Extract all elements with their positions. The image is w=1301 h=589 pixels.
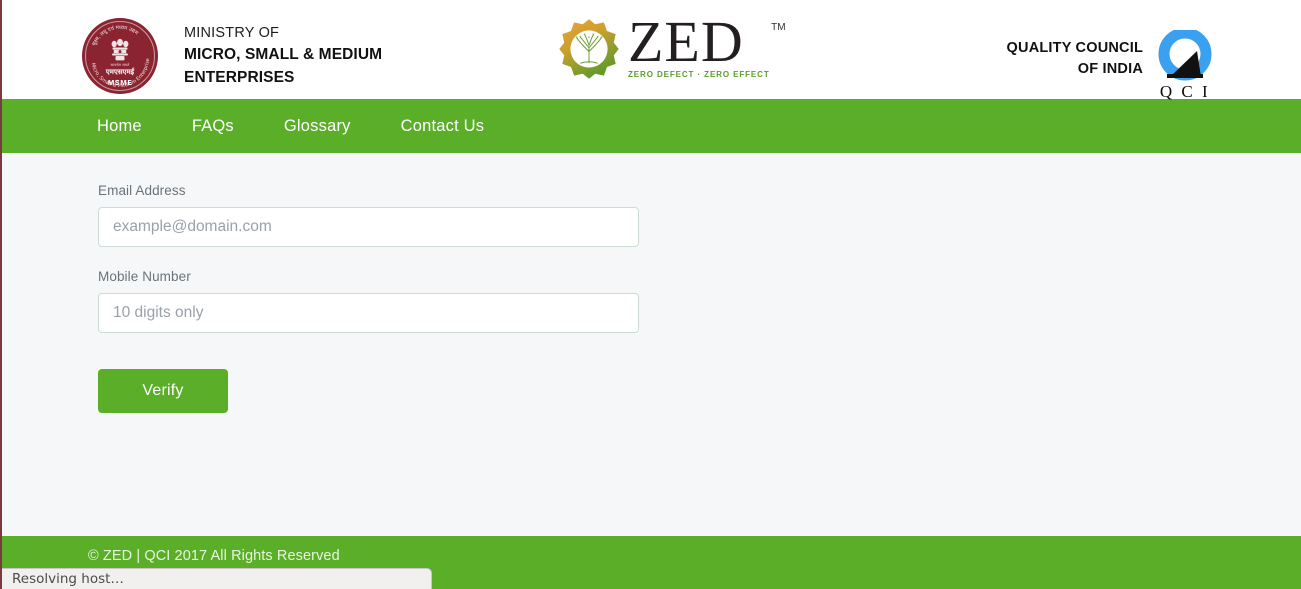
mobile-input[interactable]: [98, 293, 639, 333]
main-navigation: Home FAQs Glossary Contact Us: [2, 99, 1301, 153]
qci-letters: Q C I: [1159, 82, 1211, 101]
msme-emblem-icon: सूक्ष्म, लघु एवं मध्यम उद्यम सत्यमेव जयत…: [82, 18, 158, 94]
qci-q-ring-icon: [1158, 30, 1212, 81]
ministry-title: MINISTRY OF MICRO, SMALL & MEDIUM ENTERP…: [184, 23, 382, 89]
gear-tree-icon: [559, 19, 619, 79]
zed-tagline: ZERO DEFECT · ZERO EFFECT: [628, 70, 770, 80]
qci-line-2: OF INDIA: [1077, 61, 1143, 78]
email-label: Email Address: [98, 183, 186, 198]
footer-copyright: © ZED | QCI 2017 All Rights Reserved: [88, 548, 340, 564]
zed-logo: ZED TM ZERO DEFECT · ZERO EFFECT: [558, 9, 786, 80]
nav-item-contact-us[interactable]: Contact Us: [384, 117, 502, 136]
ministry-branding: सूक्ष्म, लघु एवं मध्यम उद्यम सत्यमेव जयत…: [82, 18, 382, 94]
ministry-line-1: MINISTRY OF: [184, 25, 280, 42]
nav-item-glossary[interactable]: Glossary: [267, 117, 368, 136]
qci-logo: QUALITY COUNCIL OF INDIA Q C I: [1007, 30, 1213, 100]
verification-form: Email Address Mobile Number Verify: [2, 153, 1301, 536]
ministry-line-2: MICRO, SMALL & MEDIUM: [184, 46, 383, 64]
email-input[interactable]: [98, 207, 639, 247]
zed-wordmark-group: ZED TM ZERO DEFECT · ZERO EFFECT: [628, 9, 786, 80]
status-message: Resolving host…: [12, 571, 124, 587]
nav-item-home[interactable]: Home: [97, 117, 159, 136]
emblem-arc-text-bottom: Micro, Small & Medium Enterprises: [82, 18, 151, 89]
verify-button[interactable]: Verify: [98, 369, 228, 413]
trademark-icon: TM: [771, 22, 786, 33]
site-header: सूक्ष्म, लघु एवं मध्यम उद्यम सत्यमेव जयत…: [2, 0, 1301, 100]
ministry-line-3: ENTERPRISES: [184, 68, 295, 86]
browser-status-bar: Resolving host…: [2, 568, 432, 589]
mobile-field-group: Mobile Number: [98, 269, 1301, 333]
qci-title: QUALITY COUNCIL OF INDIA: [1007, 38, 1143, 80]
mobile-label: Mobile Number: [98, 269, 191, 284]
zed-wordmark: ZED: [628, 9, 744, 74]
email-field-group: Email Address: [98, 183, 1301, 247]
svg-text:Micro, Small & Medium Enterpri: Micro, Small & Medium Enterprises: [82, 18, 151, 89]
qci-mark-group: Q C I: [1157, 30, 1213, 100]
qci-line-1: QUALITY COUNCIL: [1006, 40, 1143, 56]
nav-item-faqs[interactable]: FAQs: [175, 117, 251, 136]
page-root: सूक्ष्म, लघु एवं मध्यम उद्यम सत्यमेव जयत…: [0, 0, 1301, 589]
